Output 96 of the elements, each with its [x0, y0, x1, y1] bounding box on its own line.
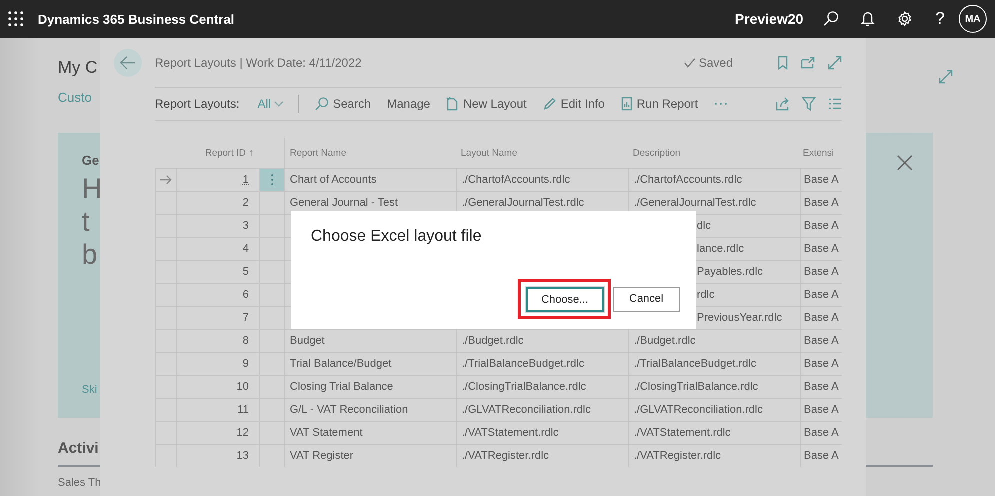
table-cell: Base A [800, 215, 842, 237]
back-arrow-icon[interactable] [120, 56, 136, 70]
back-button[interactable] [114, 49, 142, 77]
search-icon[interactable] [822, 11, 839, 27]
table-cell[interactable]: 11 [176, 399, 259, 421]
dialog-title: Choose Excel layout file [311, 228, 483, 246]
table-cell: Base A [800, 422, 842, 444]
row-menu-button[interactable] [259, 169, 284, 191]
table-cell: ./TrialBalanceBudget.rdlc [628, 353, 800, 375]
table-cell: VAT Register [284, 445, 456, 467]
table-cell: Budget [284, 330, 456, 352]
table-cell[interactable]: 8 [176, 330, 259, 352]
more-icon[interactable] [714, 102, 728, 106]
table-cell: ./Budget.rdlc [456, 330, 628, 352]
table-cell: VAT Statement [284, 422, 456, 444]
table-cell: Closing Trial Balance [284, 376, 456, 398]
table-cell: ./GLVATReconciliation.rdlc [456, 399, 628, 421]
table-cell: Base A [800, 261, 842, 283]
share-icon[interactable] [776, 97, 790, 111]
vertical-dots-icon[interactable] [270, 174, 274, 186]
close-icon[interactable] [897, 155, 913, 171]
sort-indicator: ↑ [249, 148, 254, 158]
column-header[interactable]: Extensi [800, 138, 842, 168]
panel-title: Report Layouts | Work Date: 4/11/2022 [155, 56, 362, 70]
table-cell[interactable]: 10 [176, 376, 259, 398]
table-cell[interactable]: 4 [176, 238, 259, 260]
check-icon[interactable] [684, 58, 696, 68]
table-cell: Base A [800, 330, 842, 352]
app-launcher-icon[interactable] [8, 11, 24, 27]
table-cell: Base A [800, 238, 842, 260]
environment-name[interactable]: Preview20 [735, 11, 804, 27]
table-cell: ./Budget.rdlc [628, 330, 800, 352]
filter-icon[interactable] [802, 97, 816, 111]
action-button[interactable]: Manage [387, 97, 430, 111]
bookmark-icon[interactable] [778, 56, 788, 70]
table-cell: Base A [800, 399, 842, 421]
help-button[interactable]: ? [936, 9, 945, 29]
table-cell: ./ChartofAccounts.rdlc [456, 169, 628, 191]
table-cell: Chart of Accounts [284, 169, 456, 191]
action-button[interactable]: Run Report [620, 97, 698, 111]
card-text: t [82, 205, 90, 238]
action-button[interactable]: Edit Info [542, 97, 605, 111]
table-cell: Base A [800, 445, 842, 467]
expand-icon[interactable] [828, 56, 842, 70]
app-title[interactable]: Dynamics 365 Business Central [38, 12, 235, 26]
table-cell: Base A [800, 353, 842, 375]
action-button[interactable]: Search [315, 97, 372, 111]
table-cell: Trial Balance/Budget [284, 353, 456, 375]
table-cell[interactable]: 3 [176, 215, 259, 237]
table-cell[interactable]: 2 [176, 192, 259, 214]
column-header[interactable]: Report ID ↑ [176, 138, 259, 168]
list-icon[interactable] [828, 98, 842, 110]
column-header[interactable]: Report Name [284, 138, 456, 168]
expand-icon[interactable] [939, 70, 953, 84]
saved-status: Saved [684, 56, 733, 70]
open-in-new-window-icon[interactable] [801, 57, 815, 69]
table-cell[interactable]: 6 [176, 284, 259, 306]
table-cell[interactable]: 13 [176, 445, 259, 467]
table-cell: ./ChartofAccounts.rdlc [628, 169, 800, 191]
table-cell: Base A [800, 284, 842, 306]
table-cell: G/L - VAT Reconciliation [284, 399, 456, 421]
table-cell: ./VATRegister.rdlc [628, 445, 800, 467]
column-header[interactable]: Description [628, 138, 800, 168]
action-button[interactable]: New Layout [446, 97, 527, 111]
section-heading: Activi [58, 440, 99, 457]
filter-label: Report Layouts: [155, 97, 240, 111]
card-text: H [82, 172, 102, 205]
table-cell: ./ClosingTrialBalance.rdlc [628, 376, 800, 398]
chevron-down-icon[interactable] [274, 101, 284, 107]
table-cell: Base A [800, 376, 842, 398]
table-cell[interactable]: 7 [176, 307, 259, 329]
card-text: b [82, 238, 98, 271]
table-cell: Base A [800, 169, 842, 191]
settings-icon[interactable] [896, 11, 913, 27]
row-arrow-icon[interactable] [160, 175, 172, 185]
page-title: My C [58, 58, 98, 78]
table-cell: Base A [800, 307, 842, 329]
table-cell: Base A [800, 192, 842, 214]
bell-icon[interactable] [860, 11, 875, 27]
dialog-button[interactable]: Cancel [613, 286, 680, 312]
new-document-icon[interactable] [446, 97, 460, 111]
card-heading: Ge [82, 153, 100, 168]
dialog-button[interactable]: Choose... [526, 287, 604, 312]
table-cell: ./ClosingTrialBalance.rdlc [456, 376, 628, 398]
user-avatar[interactable]: MA [959, 5, 987, 33]
table-cell: ./VATStatement.rdlc [456, 422, 628, 444]
table-cell: ./VATStatement.rdlc [628, 422, 800, 444]
table-cell: ./TrialBalanceBudget.rdlc [456, 353, 628, 375]
table-cell[interactable]: 12 [176, 422, 259, 444]
pencil-icon[interactable] [542, 97, 557, 111]
report-icon[interactable] [620, 97, 633, 111]
table-cell[interactable]: 5 [176, 261, 259, 283]
column-header[interactable]: Layout Name [456, 138, 628, 168]
table-cell[interactable]: 9 [176, 353, 259, 375]
table-cell: ./GLVATReconciliation.rdlc [628, 399, 800, 421]
table-cell: ./VATRegister.rdlc [456, 445, 628, 467]
